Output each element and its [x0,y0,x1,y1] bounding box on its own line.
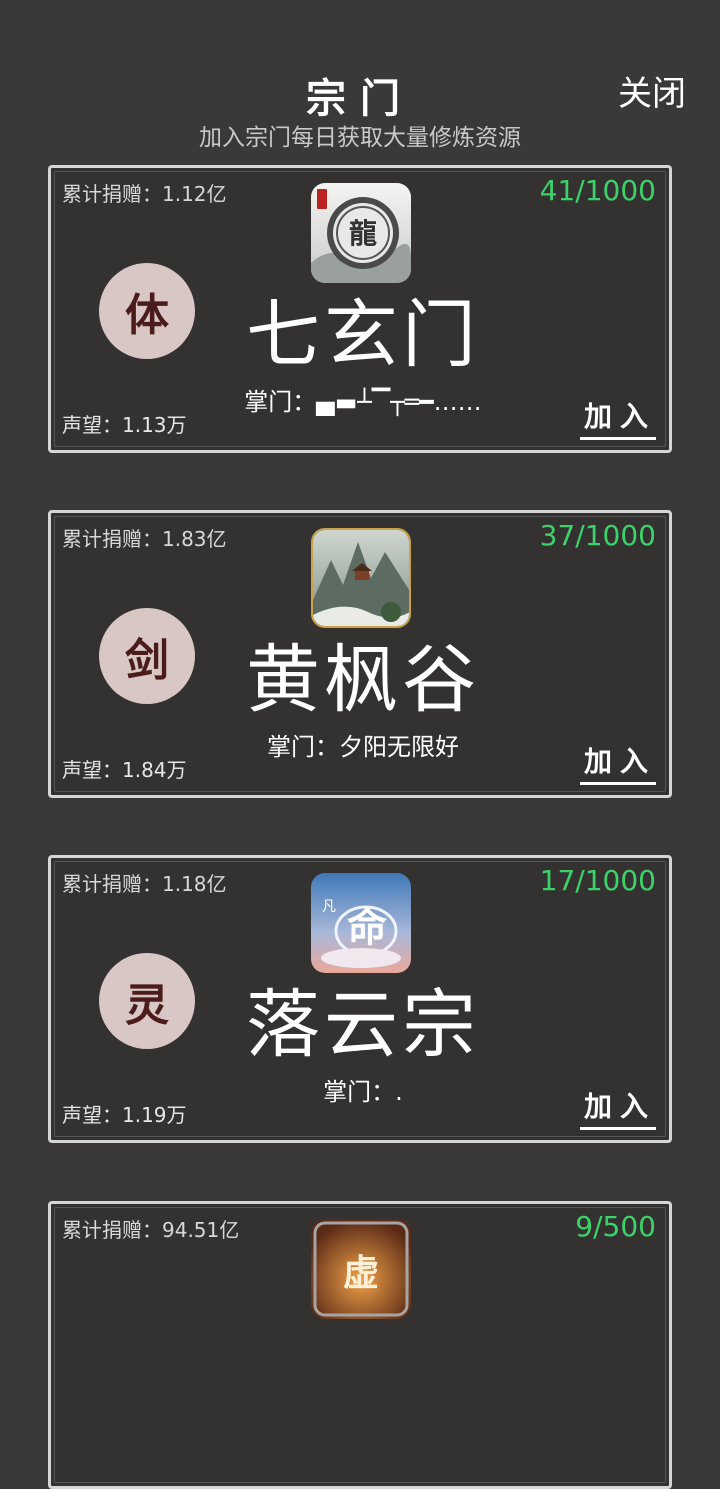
prestige-value: 声望：1.84万 [62,758,187,782]
page-title: 宗门 [306,76,414,122]
svg-text:命: 命 [347,904,387,951]
donation-total: 累计捐赠：1.83亿 [62,527,227,551]
join-button[interactable]: 加入 [579,1085,656,1130]
member-count: 41/1000 [539,174,656,207]
svg-text:龍: 龍 [349,217,377,250]
sect-name: 黄枫谷 [246,637,480,723]
mountain-temple-logo-icon [311,528,411,628]
sect-card-2[interactable]: 累计捐赠：1.83亿 37/1000 剑 黄枫谷 掌门：夕阳无限好 声望：1.8… [48,510,672,798]
donation-total: 累计捐赠：94.51亿 [62,1218,240,1242]
member-count: 37/1000 [539,519,656,552]
sect-card-1[interactable]: 累计捐赠：1.12亿 41/1000 龍 体 七玄门 掌门：▄▬┴▔┬═━…… … [48,165,672,453]
svg-text:凡: 凡 [322,899,336,915]
sect-name: 落云宗 [246,982,480,1068]
sect-card-3[interactable]: 累计捐赠：1.18亿 17/1000 命 凡 灵 落云宗 掌门：. 声望：1.1… [48,855,672,1143]
join-button[interactable]: 加入 [579,740,656,785]
sect-card-4[interactable]: 累计捐赠：94.51亿 9/500 虚 [48,1201,672,1489]
donation-total: 累计捐赠：1.18亿 [62,872,227,896]
page-subtitle: 加入宗门每日获取大量修炼资源 [199,125,521,151]
dragon-medallion-logo-icon: 龍 [311,183,411,283]
donation-total: 累计捐赠：1.12亿 [62,182,227,206]
member-count: 17/1000 [539,864,656,897]
svg-text:虚: 虚 [343,1252,379,1294]
prestige-value: 声望：1.19万 [62,1103,187,1127]
prestige-value: 声望：1.13万 [62,413,187,437]
member-count: 9/500 [575,1210,656,1243]
close-button[interactable]: 关闭 [618,66,686,115]
header: 宗门 加入宗门每日获取大量修炼资源 关闭 [0,0,720,160]
fire-calligraphy-logo-icon: 虚 [311,1219,411,1319]
join-button[interactable]: 加入 [579,395,656,440]
sect-name: 七玄门 [246,292,480,378]
cloud-calligraphy-logo-icon: 命 凡 [311,873,411,973]
